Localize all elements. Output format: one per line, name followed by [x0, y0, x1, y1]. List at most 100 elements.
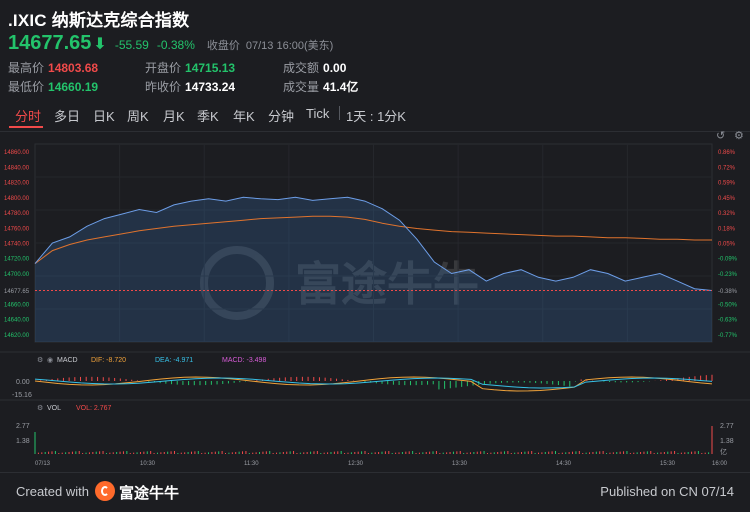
created-with-label: Created with [16, 484, 89, 499]
tab-minute[interactable]: 分钟 [268, 106, 294, 125]
time-label: 07/13 [35, 461, 51, 467]
header: .IXIC 纳斯达克综合指数 [8, 6, 189, 31]
index-title: .IXIC 纳斯达克综合指数 [8, 11, 190, 30]
time-label: 16:00 [712, 461, 728, 467]
chart-area[interactable]: 富途牛牛 14860.0014840.0014820.0014800.00147… [0, 132, 750, 472]
vol-tick-max: 2.77 [16, 423, 30, 430]
time-label: 10:30 [140, 461, 156, 467]
macd-settings-icon: ⚙ [37, 356, 43, 364]
price-area [35, 197, 712, 342]
price-tick: 14640.00 [4, 318, 30, 324]
price-tick: 14780.00 [4, 211, 30, 217]
stat-high: 最高价 14803.68 [8, 59, 98, 76]
time-label: 11:30 [244, 461, 259, 467]
pct-tick: 0.45% [718, 196, 736, 202]
brand-name: 富途牛牛 [119, 485, 180, 502]
footer: Created with 富途牛牛 Published on CN 07/14 [0, 472, 750, 512]
stat-low: 最低价 14660.19 [8, 78, 98, 95]
last-price: 14677.65 [8, 32, 92, 54]
pct-tick: -0.09% [718, 257, 738, 263]
price-tick: 14720.00 [4, 257, 30, 263]
vol-right-tick-max: 2.77 [720, 423, 734, 430]
price-change: -55.59 [114, 38, 149, 52]
time-label: 12:30 [348, 461, 364, 467]
pct-tick: -0.38% [718, 289, 738, 295]
stat-volume-label: 成交量 [283, 80, 320, 94]
time-label: 13:30 [452, 461, 468, 467]
pct-tick: -0.50% [718, 302, 738, 308]
vol-legend: ⚙ VOL VOL: 2.767 [37, 404, 112, 412]
stat-amount-value: 0.00 [323, 61, 347, 75]
stat-high-value: 14803.68 [48, 61, 99, 75]
pct-axis: 0.86% 0.72% 0.59% 0.45% 0.32% 0.18% 0.05% -0.09… [718, 150, 738, 339]
stat-volume-value: 41.4亿 [323, 80, 359, 94]
stat-prev-label: 昨收价 [145, 80, 182, 94]
macd-visibility-icon: ◉ [47, 357, 53, 364]
tab-month-k[interactable]: 月K [163, 106, 185, 125]
stat-amount-label: 成交额 [283, 61, 320, 75]
tab-intraday[interactable]: 分时 [15, 106, 41, 125]
tab-quarter-k[interactable]: 季K [197, 106, 219, 125]
stat-open-value: 14715.13 [185, 61, 236, 75]
vol-tick-mid: 1.38 [16, 438, 30, 445]
tab-multiday[interactable]: 多日 [54, 106, 80, 125]
pct-tick: -0.77% [718, 333, 738, 339]
macd-legend: ⚙ ◉ MACD DIF: -8.720 DEA: -4.971 MACD: -… [37, 356, 266, 364]
price-tick: 14677.65 [4, 289, 30, 295]
price-tick: 14840.00 [4, 165, 30, 171]
price-row: 14677.65 ⬇ -55.59 -0.38% 收盘价 07/13 16:00… [8, 32, 333, 55]
vol-label: VOL [47, 405, 61, 412]
price-tick: 14820.00 [4, 181, 30, 187]
time-label: 15:30 [660, 461, 676, 467]
vol-settings-icon: ⚙ [37, 404, 43, 412]
price-tick: 14760.00 [4, 226, 30, 232]
pct-tick: -0.63% [718, 318, 738, 324]
macd-dif-label: DIF: -8.720 [91, 357, 126, 364]
stat-high-label: 最高价 [8, 61, 45, 75]
stat-prev: 昨收价 14733.24 [145, 78, 235, 95]
price-tick: 14620.00 [4, 333, 30, 339]
published-label: Published on CN 07/14 [600, 484, 734, 499]
macd-dea-label: DEA: -4.971 [155, 357, 193, 364]
price-tick: 14860.00 [4, 150, 30, 156]
tab-week-k[interactable]: 周K [127, 106, 149, 125]
pct-tick: 0.32% [718, 211, 736, 217]
vol-right-tick-mid: 1.38 [720, 438, 734, 445]
stat-volume: 成交量 41.4亿 [283, 78, 358, 95]
time-label: 14:30 [556, 461, 572, 467]
down-arrow-icon: ⬇ [93, 36, 107, 53]
stat-low-label: 最低价 [8, 80, 45, 94]
stat-low-value: 14660.19 [48, 80, 99, 94]
tab-year-k[interactable]: 年K [233, 106, 255, 125]
pct-tick: -0.23% [718, 272, 738, 278]
stat-open-label: 开盘价 [145, 61, 182, 75]
macd-label: MACD [57, 357, 78, 364]
pct-tick: 0.59% [718, 181, 736, 187]
time-axis: 07/13 10:30 11:30 12:30 13:30 14:30 15:30 16:00 [35, 461, 728, 467]
pct-tick: 0.72% [718, 165, 736, 171]
price-tick: 14660.00 [4, 302, 30, 308]
vol-value-label: VOL: 2.767 [76, 405, 112, 412]
pct-tick: 0.86% [718, 150, 736, 156]
stat-open: 开盘价 14715.13 [145, 59, 235, 76]
pct-tick: 0.18% [718, 226, 736, 232]
futu-logo-icon [95, 481, 115, 501]
tab-day-k[interactable]: 日K [93, 106, 115, 125]
price-tick: 14800.00 [4, 196, 30, 202]
vol-right-unit: 亿 [720, 447, 727, 456]
macd-value-label: MACD: -3.498 [222, 357, 266, 364]
macd-tick-min: -15.16 [12, 392, 32, 399]
price-change-pct: -0.38% [156, 38, 195, 52]
stat-amount: 成交额 0.00 [283, 59, 346, 76]
tab-separator [339, 106, 340, 120]
price-tick: 14700.00 [4, 272, 30, 278]
pct-tick: 0.05% [718, 242, 736, 248]
range-selector[interactable]: 1天 : 1分K [346, 106, 406, 125]
volume-bars [34, 426, 713, 454]
active-tab-indicator [9, 126, 43, 128]
macd-tick-zero: 0.00 [16, 379, 30, 386]
price-tick: 14740.00 [4, 242, 30, 248]
close-label: 收盘价 [206, 40, 240, 52]
stat-prev-value: 14733.24 [185, 80, 236, 94]
tab-tick[interactable]: Tick [306, 106, 329, 121]
